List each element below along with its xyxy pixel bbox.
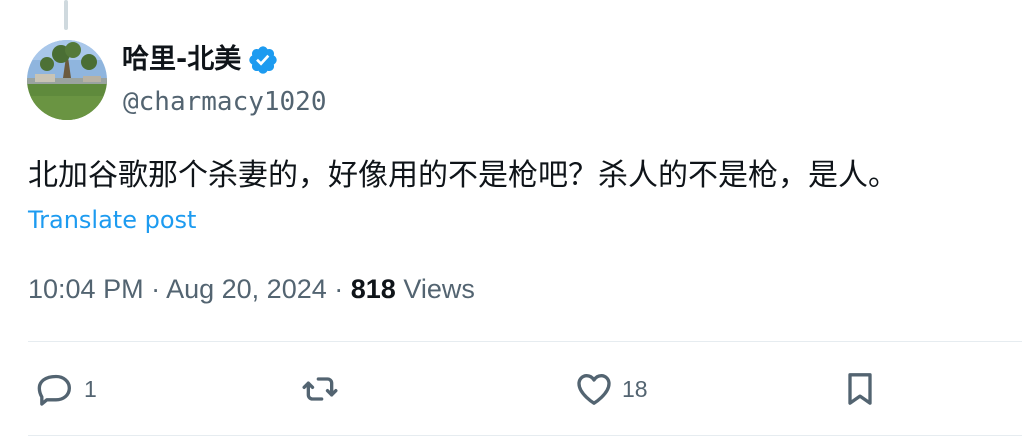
reply-icon: [36, 369, 76, 409]
bookmark-button[interactable]: [840, 368, 888, 410]
reply-count: 1: [84, 375, 97, 402]
post-time[interactable]: 10:04 PM: [28, 274, 144, 304]
bookmark-icon: [840, 369, 880, 409]
divider: [28, 435, 1022, 436]
like-count: 18: [622, 375, 648, 402]
post-date[interactable]: Aug 20, 2024: [166, 274, 327, 304]
verified-badge-icon[interactable]: [247, 44, 279, 76]
post-text: 北加谷歌那个杀妻的，好像用的不是枪吧？杀人的不是枪，是人。: [28, 158, 898, 193]
divider: [28, 341, 1022, 342]
avatar[interactable]: [27, 40, 107, 120]
reply-button[interactable]: 1: [36, 368, 97, 410]
avatar-image: [27, 40, 107, 120]
meta-separator: ·: [326, 274, 351, 304]
post-metadata: 10:04 PM · Aug 20, 2024 · 818 Views: [28, 270, 475, 308]
heart-icon: [574, 369, 614, 409]
meta-separator: ·: [143, 274, 167, 304]
author-handle[interactable]: @charmacy1020: [123, 86, 327, 118]
views-count: 818: [350, 274, 396, 304]
translate-post-link[interactable]: Translate post: [28, 203, 196, 237]
views-label: Views: [395, 274, 475, 304]
thread-connector-line: [64, 0, 68, 30]
like-button[interactable]: 18: [574, 368, 648, 410]
repost-icon: [300, 369, 340, 409]
author-display-name[interactable]: 哈里-北美: [122, 42, 279, 78]
repost-button[interactable]: [300, 368, 348, 410]
display-name-text: 哈里-北美: [122, 44, 242, 75]
